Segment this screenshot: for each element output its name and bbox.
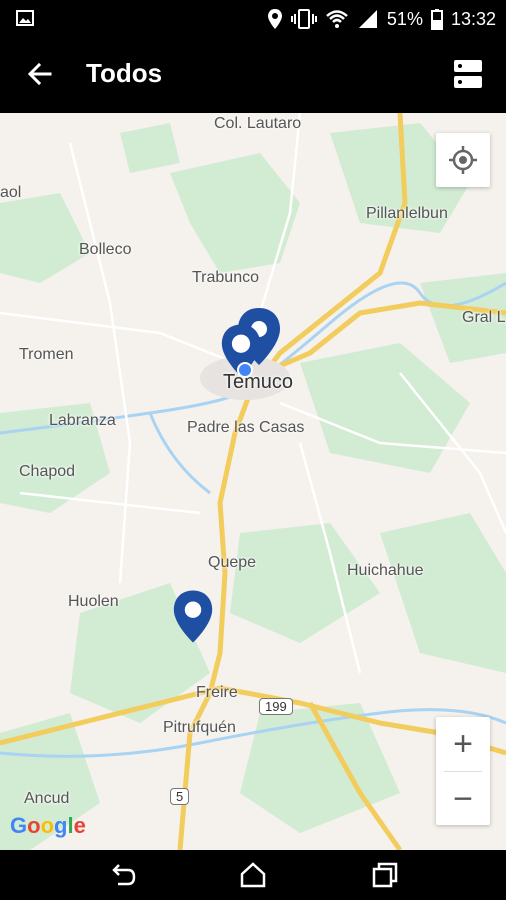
place-aol: aol <box>0 184 22 201</box>
home-icon[interactable] <box>238 860 268 890</box>
place-freire: Freire <box>196 684 238 701</box>
signal-icon <box>358 10 377 28</box>
system-nav-bar <box>0 850 506 900</box>
wifi-icon <box>326 10 348 28</box>
map-base <box>0 113 506 850</box>
zoom-in-button[interactable]: + <box>436 717 490 771</box>
place-quepe: Quepe <box>208 554 257 571</box>
recents-icon[interactable] <box>370 860 400 890</box>
place-pillanlelbun: Pillanlelbun <box>366 205 448 222</box>
google-logo: Google <box>10 813 86 838</box>
place-pitrufquen: Pitrufquén <box>163 719 236 736</box>
page-title: Todos <box>86 58 163 88</box>
zoom-out-button[interactable]: − <box>436 772 490 826</box>
location-icon <box>267 9 282 29</box>
status-bar: 51% 13:32 <box>0 0 506 38</box>
my-location-button[interactable] <box>436 133 490 187</box>
vibrate-icon <box>290 9 317 29</box>
app-bar: Todos <box>0 38 506 113</box>
layers-icon[interactable] <box>452 58 484 90</box>
map-view[interactable]: Col. Lautaro Pillanlelbun Bolleco Trabun… <box>0 113 506 850</box>
place-gral-l: Gral L <box>462 309 506 326</box>
battery-icon <box>430 9 443 30</box>
route-shield-5: 5 <box>170 788 190 805</box>
map-marker-icon[interactable] <box>172 588 214 646</box>
place-huichahue: Huichahue <box>347 562 424 579</box>
place-trabunco: Trabunco <box>192 269 259 286</box>
place-huolen: Huolen <box>68 593 119 610</box>
crosshair-icon <box>449 146 477 174</box>
place-padre-las-casas: Padre las Casas <box>187 419 305 436</box>
place-col-lautaro: Col. Lautaro <box>214 115 302 132</box>
route-shield-199: 199 <box>259 698 293 715</box>
clock: 13:32 <box>450 8 496 29</box>
back-icon[interactable] <box>108 860 138 890</box>
back-arrow-icon[interactable] <box>24 58 56 90</box>
zoom-controls: + − <box>436 717 490 825</box>
status-icons: 51% 13:32 <box>267 0 496 38</box>
place-tromen: Tromen <box>19 346 74 363</box>
place-ancud: Ancud <box>24 790 70 807</box>
place-chapod: Chapod <box>19 463 76 480</box>
my-location-dot-icon <box>237 362 253 378</box>
place-bolleco: Bolleco <box>79 241 132 258</box>
image-icon <box>16 10 34 26</box>
place-labranza: Labranza <box>49 412 116 429</box>
battery-percent: 51% <box>386 8 423 29</box>
